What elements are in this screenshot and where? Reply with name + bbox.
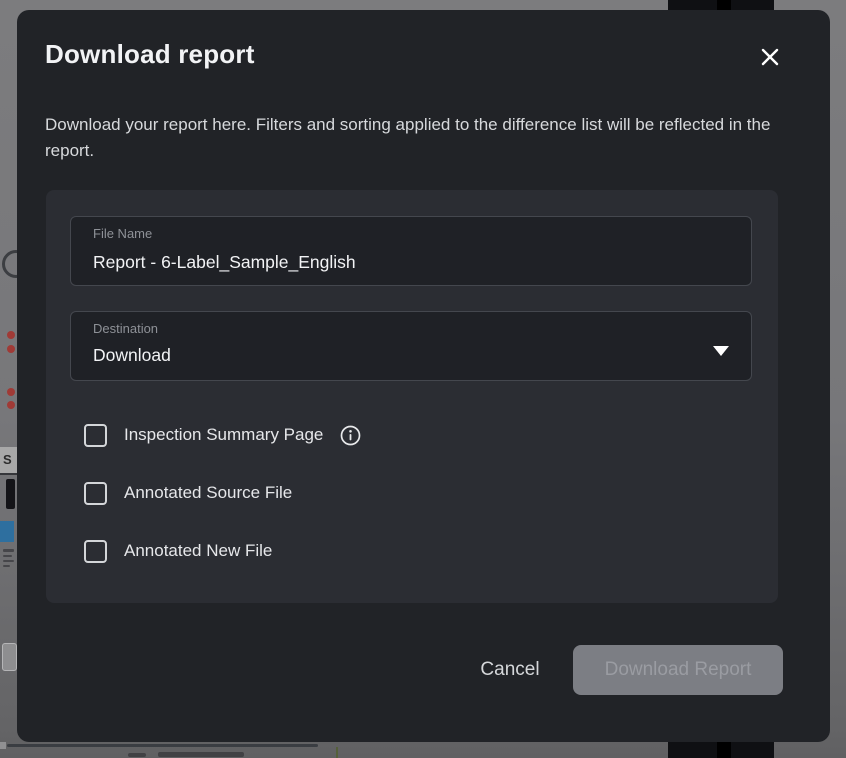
- background-red-dot: [7, 401, 15, 409]
- inspection-summary-row: Inspection Summary Page: [84, 423, 361, 447]
- annotated-new-row: Annotated New File: [84, 539, 272, 563]
- inspection-summary-label[interactable]: Inspection Summary Page: [124, 425, 323, 445]
- file-name-input[interactable]: [93, 247, 713, 277]
- background-text-mark: [3, 555, 12, 557]
- options-panel: File Name Destination Download Inspectio…: [46, 190, 778, 603]
- close-icon: [760, 47, 780, 67]
- background-text-mark: [3, 549, 14, 552]
- annotated-source-checkbox[interactable]: [84, 482, 107, 505]
- background-red-dot: [7, 331, 15, 339]
- annotated-source-row: Annotated Source File: [84, 481, 292, 505]
- background-red-dot: [7, 388, 15, 396]
- background-red-dot: [7, 345, 15, 353]
- background-bottom-text: [128, 753, 146, 757]
- dialog-description: Download your report here. Filters and s…: [45, 112, 787, 164]
- close-button[interactable]: [750, 37, 790, 77]
- destination-label: Destination: [93, 321, 158, 336]
- download-report-button[interactable]: Download Report: [573, 645, 783, 695]
- file-name-field: File Name: [70, 216, 752, 286]
- background-text-mark: [3, 565, 10, 567]
- background-light-box: [2, 643, 17, 671]
- background-green-line: [336, 747, 338, 758]
- screen: S Download report Download your report h…: [0, 0, 846, 758]
- background-corner-chip: [0, 742, 6, 749]
- background-bottom-text: [158, 752, 244, 757]
- inspection-summary-checkbox[interactable]: [84, 424, 107, 447]
- info-icon: [340, 425, 361, 446]
- background-blue-square: [0, 521, 14, 542]
- info-button[interactable]: [340, 425, 361, 446]
- annotated-source-label[interactable]: Annotated Source File: [124, 483, 292, 503]
- background-light-band: S: [0, 447, 17, 473]
- chevron-down-icon: [713, 346, 729, 356]
- destination-select[interactable]: Destination Download: [70, 311, 752, 381]
- destination-value: Download: [93, 345, 171, 366]
- annotated-new-label[interactable]: Annotated New File: [124, 541, 272, 561]
- background-bottom-rule: [7, 744, 318, 747]
- dialog-title: Download report: [45, 39, 255, 70]
- background-text-mark: [3, 560, 14, 562]
- background-letter: S: [3, 452, 12, 467]
- file-name-label: File Name: [93, 226, 152, 241]
- download-report-dialog: Download report Download your report her…: [17, 10, 830, 742]
- cancel-button[interactable]: Cancel: [468, 650, 552, 690]
- annotated-new-checkbox[interactable]: [84, 540, 107, 563]
- background-divider: [0, 473, 17, 475]
- background-glyph: [6, 479, 15, 509]
